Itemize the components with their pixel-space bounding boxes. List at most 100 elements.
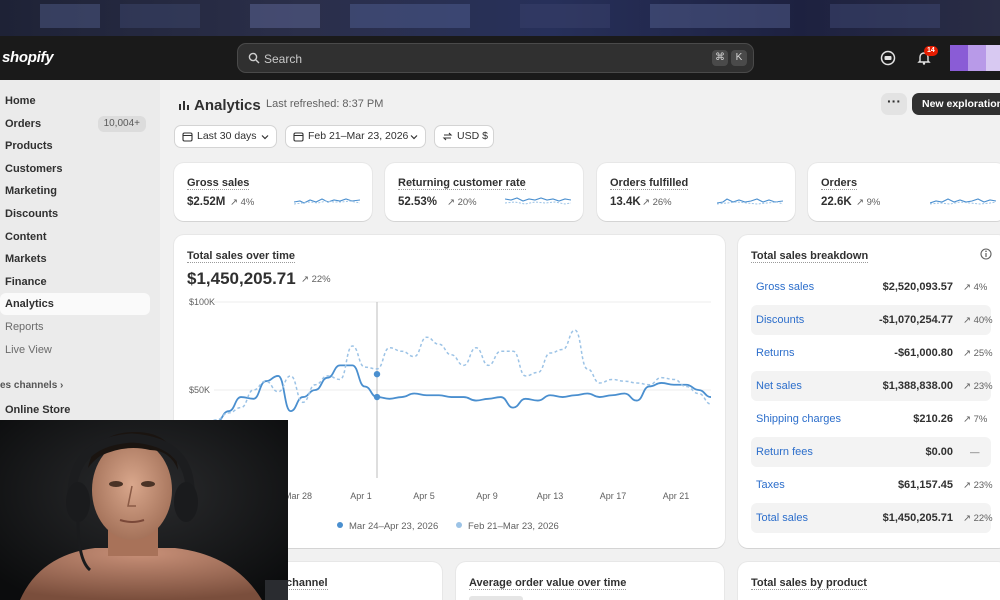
sidebar-item-finance[interactable]: Finance [0, 271, 150, 293]
currency-filter[interactable]: USD $ [434, 125, 494, 148]
breakdown-row-gross-sales: Gross sales $2,520,093.57 ↗ 4% [751, 272, 991, 302]
breakdown-value: $2,520,093.57 [882, 281, 953, 293]
metric-card-orders[interactable]: Orders 22.6K ↗ 9% [808, 163, 1000, 221]
card-title[interactable]: channel [286, 577, 328, 590]
metric-change: ↗ 4% [230, 197, 255, 208]
metric-change: ↗ 20% [447, 197, 477, 208]
os-menu-bar [0, 0, 1000, 36]
sidebar-item-customers[interactable]: Customers [0, 158, 150, 180]
breakdown-title[interactable]: Total sales breakdown [751, 250, 869, 263]
breakdown-change: ↗ 40% [963, 315, 993, 326]
card-title[interactable]: Total sales by product [751, 577, 867, 590]
metric-card-orders-fulfilled[interactable]: Orders fulfilled 13.4K ↗ 26% [597, 163, 795, 221]
breakdown-value: -$1,070,254.77 [878, 314, 953, 326]
breakdown-change: ↗ 7% [963, 414, 988, 425]
breakdown-value: $1,388,838.00 [882, 380, 953, 392]
info-icon[interactable] [980, 248, 992, 260]
sidebar-item-discounts[interactable]: Discounts [0, 203, 150, 225]
breakdown-label[interactable]: Return fees [756, 446, 813, 458]
sparkline [294, 198, 360, 205]
y-tick-label: $50K [189, 385, 210, 395]
aov-card: Average order value over time [456, 562, 724, 600]
breakdown-label[interactable]: Taxes [756, 479, 785, 491]
aov-value-placeholder [469, 596, 523, 600]
total-sales-breakdown-card: Total sales breakdown Gross sales $2,520… [738, 235, 1000, 548]
breakdown-row-taxes: Taxes $61,157.45 ↗ 23% [751, 470, 993, 500]
sidebar-item-home[interactable]: Home [0, 90, 150, 112]
breakdown-row-total-sales: Total sales $1,450,205.71 ↗ 22% [751, 503, 993, 533]
metric-value: 52.53% [398, 196, 438, 208]
x-tick-label: Apr 13 [537, 491, 564, 501]
calendar-compare-icon [293, 132, 304, 142]
currency-icon [442, 132, 453, 141]
breakdown-row-discounts: Discounts -$1,070,254.77 ↗ 40% [751, 305, 993, 335]
notification-badge: 14 [924, 46, 938, 56]
store-icon[interactable] [880, 50, 896, 66]
sparkline [930, 198, 996, 205]
breakdown-value: $1,450,205.71 [882, 512, 953, 524]
breakdown-row-net-sales: Net sales $1,388,838.00 ↗ 23% [751, 371, 993, 401]
metric-value: $2.52M [187, 196, 226, 208]
sidebar-item-reports[interactable]: Reports [0, 316, 150, 338]
shopify-logo[interactable]: shopify [2, 49, 54, 66]
avatar[interactable] [950, 45, 1000, 71]
page-title: Analytics [194, 97, 261, 114]
metric-change: ↗ 9% [856, 197, 881, 208]
metric-card-gross-sales[interactable]: Gross sales $2.52M ↗ 4% [174, 163, 372, 221]
legend-dot-previous [456, 522, 462, 528]
breakdown-label[interactable]: Discounts [756, 314, 804, 326]
chevron-down-icon [410, 135, 418, 140]
compare-range-filter[interactable]: Feb 21–Mar 23, 2026 [285, 125, 426, 148]
search-input[interactable]: Search ⌘ K [237, 43, 754, 73]
breakdown-label[interactable]: Returns [756, 347, 795, 359]
sidebar-item-online-store[interactable]: Online Store [0, 399, 150, 421]
webcam-person-image [0, 420, 288, 600]
breakdown-change: ↗ 23% [963, 381, 993, 392]
hover-dot-current [373, 393, 381, 401]
sidebar-item-orders[interactable]: Orders 10,004+ [0, 113, 150, 135]
new-exploration-button[interactable]: New exploration [912, 93, 1000, 115]
breakdown-label[interactable]: Shipping charges [756, 413, 841, 425]
sidebar-item-live-view[interactable]: Live View [0, 339, 150, 361]
x-tick-label: Mar 28 [284, 491, 312, 501]
chart-title[interactable]: Total sales over time [187, 250, 296, 263]
breakdown-change: ↗ 23% [963, 480, 993, 491]
y-tick-label: $100K [189, 297, 215, 307]
sales-by-product-card: Total sales by product [738, 562, 1000, 600]
breakdown-row-shipping-charges: Shipping charges $210.26 ↗ 7% [751, 404, 991, 434]
x-tick-label: Apr 21 [663, 491, 690, 501]
more-actions-button[interactable]: ··· [881, 93, 907, 115]
legend-label-current: Mar 24–Apr 23, 2026 [349, 521, 438, 532]
card-title[interactable]: Average order value over time [469, 577, 627, 590]
ellipsis-icon: ··· [887, 93, 901, 109]
sidebar-item-markets[interactable]: Markets [0, 248, 150, 270]
metric-label: Returning customer rate [398, 177, 526, 190]
breakdown-row-returns: Returns -$61,000.80 ↗ 25% [751, 338, 993, 368]
hover-dot-previous [373, 370, 381, 378]
webcam-overlay [0, 420, 288, 600]
breakdown-value: $0.00 [925, 446, 953, 458]
metric-label: Gross sales [187, 177, 250, 190]
breakdown-label[interactable]: Total sales [756, 512, 808, 524]
analytics-icon [179, 101, 189, 110]
orders-count-badge: 10,004+ [97, 116, 146, 132]
date-range-filter[interactable]: Last 30 days [174, 125, 277, 148]
metric-change: ↗ 26% [642, 197, 672, 208]
chevron-down-icon [261, 135, 269, 140]
sidebar-item-analytics[interactable]: Analytics [0, 293, 150, 315]
top-bar: shopify Search ⌘ K 14 [0, 36, 1000, 80]
legend-label-previous: Feb 21–Mar 23, 2026 [468, 521, 559, 532]
breakdown-row-return-fees: Return fees $0.00 — [751, 437, 991, 467]
breakdown-label[interactable]: Net sales [756, 380, 802, 392]
chart-total: $1,450,205.71 [187, 269, 296, 288]
sidebar-item-products[interactable]: Products [0, 135, 150, 157]
metric-card-returning-customer-rate[interactable]: Returning customer rate 52.53% ↗ 20% [385, 163, 583, 221]
x-tick-label: Apr 17 [600, 491, 627, 501]
sales-channels-label[interactable]: es channels › [0, 380, 63, 391]
breakdown-label[interactable]: Gross sales [756, 281, 814, 293]
sparkline [505, 197, 571, 205]
metric-value: 13.4K [610, 196, 641, 208]
sidebar-item-marketing[interactable]: Marketing [0, 180, 150, 202]
sidebar-item-content[interactable]: Content [0, 226, 150, 248]
search-icon [248, 52, 260, 64]
